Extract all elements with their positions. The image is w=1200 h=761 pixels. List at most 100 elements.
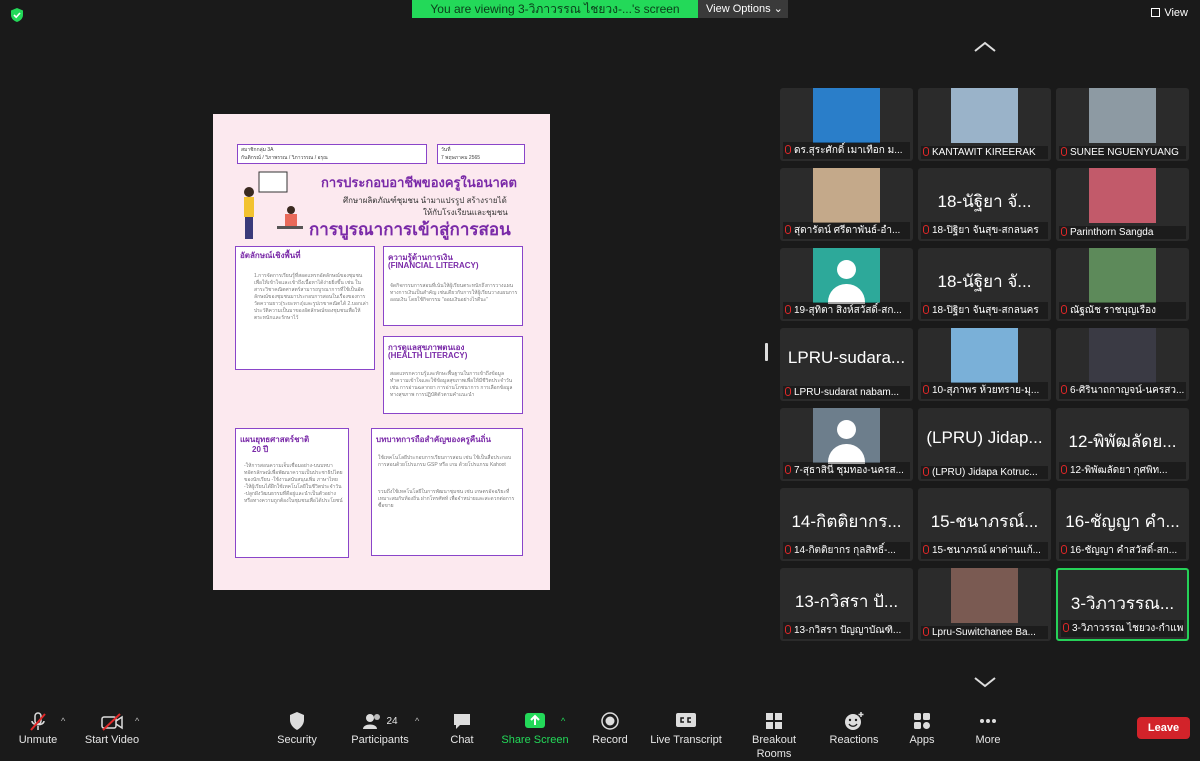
- participants-button[interactable]: 24 Participants: [348, 706, 412, 750]
- participant-video: [1089, 88, 1156, 143]
- participant-name: Lpru-Suwitchanee Ba...: [932, 627, 1036, 638]
- participant-label: ณัฐณัช ราชบุญเรือง: [1059, 302, 1186, 319]
- participant-name: 15-ชนาภรณ์ ผาด่านแก้...: [932, 545, 1041, 556]
- shield-check-icon[interactable]: [9, 7, 25, 23]
- panel-resize-handle[interactable]: [765, 343, 768, 361]
- participant-tile[interactable]: 15-ชนาภรณ์... 15-ชนาภรณ์ ผาด่านแก้...: [918, 488, 1051, 561]
- participant-label: 10-สุภาพร ห้วยทราย-มุ...: [921, 382, 1048, 399]
- record-icon: [588, 711, 632, 733]
- participant-display-name: 18-นัฐิยา จั...: [937, 192, 1032, 211]
- muted-mic-icon: [1061, 465, 1067, 474]
- muted-mic-icon: [785, 305, 791, 314]
- record-button[interactable]: Record: [588, 706, 632, 750]
- participant-tile[interactable]: 13-กวิสรา ปั... 13-กวิสรา ปัญญาบัณฑิ...: [780, 568, 913, 641]
- participant-tile[interactable]: LPRU-sudara... LPRU-sudarat nabam...: [780, 328, 913, 401]
- security-button[interactable]: Security: [272, 706, 322, 750]
- muted-mic-icon: [923, 305, 929, 314]
- participant-name: (LPRU) Jidapa Kotruc...: [932, 467, 1038, 478]
- participant-tile[interactable]: 18-นัฐิยา จั... 18-ปิฐิยา จันสุข-สกลนคร: [918, 248, 1051, 321]
- video-options-caret[interactable]: ^: [135, 716, 139, 726]
- meeting-toolbar: Unmute ^ Start Video ^ Security 24 Parti…: [0, 706, 1200, 760]
- smiley-plus-icon: [828, 711, 880, 733]
- participant-tile[interactable]: 16-ชัญญา คำ... 16-ชัญญา คำสวัสดิ์-สก...: [1056, 488, 1189, 561]
- chat-button[interactable]: Chat: [440, 706, 484, 750]
- view-options-button[interactable]: View Options ⌄: [698, 0, 788, 18]
- more-button[interactable]: More: [966, 706, 1010, 750]
- participant-name: 3-วิภาวรรณ ไชยวง-กำแพ...: [1072, 623, 1184, 634]
- view-button[interactable]: View: [1151, 7, 1188, 19]
- participant-tile[interactable]: 14-กิตติยากร... 14-กิตติยากร กุลสิทธิ์-..…: [780, 488, 913, 561]
- box-health: การดูแลสุขภาพตนเอง (HEALTH LITERACY) สอด…: [383, 336, 526, 417]
- shared-poster: สมาชิกกลุ่ม 3A กันติกรณ์ / วิภาพรรณ / วิ…: [213, 114, 550, 590]
- start-video-button[interactable]: Start Video: [80, 706, 144, 750]
- share-screen-button[interactable]: Share Screen: [500, 706, 570, 750]
- participant-tile[interactable]: Parinthorn Sangda: [1056, 168, 1189, 241]
- participant-display-name: 12-พิพัฒลัดย...: [1068, 432, 1177, 451]
- participant-tile[interactable]: 7-สุธาสินี ชุมทอง-นครส...: [780, 408, 913, 481]
- breakout-rooms-button[interactable]: Breakout Rooms: [734, 706, 814, 760]
- participant-label: 18-ปิฐิยา จันสุข-สกลนคร: [921, 302, 1048, 319]
- unmute-button[interactable]: Unmute: [12, 706, 64, 750]
- participant-tile[interactable]: 19-สุทิตา สิงห์สวัสดิ์-สก...: [780, 248, 913, 321]
- participant-name: 7-สุธาสินี ชุมทอง-นครส...: [794, 465, 904, 476]
- participant-tile[interactable]: 10-สุภาพร ห้วยทราย-มุ...: [918, 328, 1051, 401]
- participant-name: 16-ชัญญา คำสวัสดิ์-สก...: [1070, 545, 1178, 556]
- participant-tile[interactable]: ดร.สุระศักดิ์ เมาเทือก ม...: [780, 88, 913, 161]
- leave-button[interactable]: Leave: [1137, 717, 1190, 739]
- participant-name: SUNEE NGUENYUANG: [1070, 147, 1179, 158]
- participant-tile[interactable]: (LPRU) Jidap... (LPRU) Jidapa Kotruc...: [918, 408, 1051, 481]
- reactions-button[interactable]: Reactions: [828, 706, 880, 750]
- muted-mic-icon: [923, 385, 929, 394]
- participant-video: [1089, 248, 1156, 303]
- muted-mic-icon: [923, 147, 929, 156]
- live-transcript-button[interactable]: Live Transcript: [650, 706, 722, 750]
- participant-label: Parinthorn Sangda: [1059, 226, 1186, 239]
- participant-tile[interactable]: สุดารัตน์ ศรีดาพันธ์-อำ...: [780, 168, 913, 241]
- participant-tile[interactable]: SUNEE NGUENYUANG: [1056, 88, 1189, 161]
- participants-caret[interactable]: ^: [415, 716, 419, 726]
- participant-label: (LPRU) Jidapa Kotruc...: [921, 466, 1048, 479]
- participant-tile[interactable]: 18-นัฐิยา จั... 18-ปิฐิยา จันสุข-สกลนคร: [918, 168, 1051, 241]
- participant-name: ดร.สุระศักดิ์ เมาเทือก ม...: [794, 145, 903, 156]
- participant-name: 18-ปิฐิยา จันสุข-สกลนคร: [932, 305, 1039, 316]
- participant-label: 18-ปิฐิยา จันสุข-สกลนคร: [921, 222, 1048, 239]
- participant-display-name: 18-นัฐิยา จั...: [937, 272, 1032, 291]
- participant-tile[interactable]: Lpru-Suwitchanee Ba...: [918, 568, 1051, 641]
- participant-name: 14-กิตติยากร กุลสิทธิ์-...: [794, 545, 896, 556]
- participant-label: ดร.สุระศักดิ์ เมาเทือก ม...: [783, 142, 910, 159]
- audio-options-caret[interactable]: ^: [61, 716, 65, 726]
- participant-display-name: LPRU-sudara...: [787, 348, 906, 367]
- muted-mic-icon: [785, 387, 791, 396]
- participant-video: [1089, 168, 1156, 223]
- box-financial: ความรู้ด้านการเงิน (FINANCIAL LITERACY) …: [383, 246, 526, 329]
- participant-tile[interactable]: ณัฐณัช ราชบุญเรือง: [1056, 248, 1189, 321]
- muted-mic-icon: [1063, 623, 1069, 632]
- date-box: วันที่ 7 พฤษภาคม 2565: [437, 144, 528, 167]
- muted-mic-icon: [785, 465, 791, 474]
- poster-title: การประกอบอาชีพของครูในอนาคต: [321, 175, 517, 190]
- participant-video: [951, 568, 1018, 623]
- participant-name: LPRU-sudarat nabam...: [794, 387, 900, 398]
- participant-tile[interactable]: KANTAWIT KIREERAK: [918, 88, 1051, 161]
- participant-label: 7-สุธาสินี ชุมทอง-นครส...: [783, 462, 910, 479]
- participant-name: 6-ศิรินาถกาญจน์-นครสว...: [1070, 385, 1185, 396]
- participant-label: สุดารัตน์ ศรีดาพันธ์-อำ...: [783, 222, 910, 239]
- muted-mic-icon: [785, 625, 791, 634]
- share-screen-icon: [500, 711, 570, 733]
- participant-tile[interactable]: 3-วิภาวรรณ... 3-วิภาวรรณ ไชยวง-กำแพ...: [1056, 568, 1189, 641]
- teacher-illustration: [244, 171, 303, 239]
- box-teacher-role: บทบาทการถือสำคัญของครูคืนถิ่น ใช้เทคโนโล…: [371, 428, 526, 559]
- participant-tile[interactable]: 6-ศิรินาถกาญจน์-นครสว...: [1056, 328, 1189, 401]
- muted-mic-icon: [923, 467, 929, 476]
- participant-tile[interactable]: 12-พิพัฒลัดย... 12-พิพัฒลัดยา กุศพิท...: [1056, 408, 1189, 481]
- default-avatar-icon: [813, 248, 880, 304]
- participant-label: 13-กวิสรา ปัญญาบัณฑิ...: [783, 622, 910, 639]
- apps-button[interactable]: Apps: [900, 706, 944, 750]
- participant-video: [951, 328, 1018, 383]
- participant-name: 12-พิพัฒลัดยา กุศพิท...: [1070, 465, 1168, 476]
- participant-name: 18-ปิฐิยา จันสุข-สกลนคร: [932, 225, 1039, 236]
- share-options-caret[interactable]: ^: [561, 716, 565, 726]
- participant-label: 15-ชนาภรณ์ ผาด่านแก้...: [921, 542, 1048, 559]
- chat-icon: [440, 711, 484, 733]
- participant-display-name: 15-ชนาภรณ์...: [930, 512, 1039, 531]
